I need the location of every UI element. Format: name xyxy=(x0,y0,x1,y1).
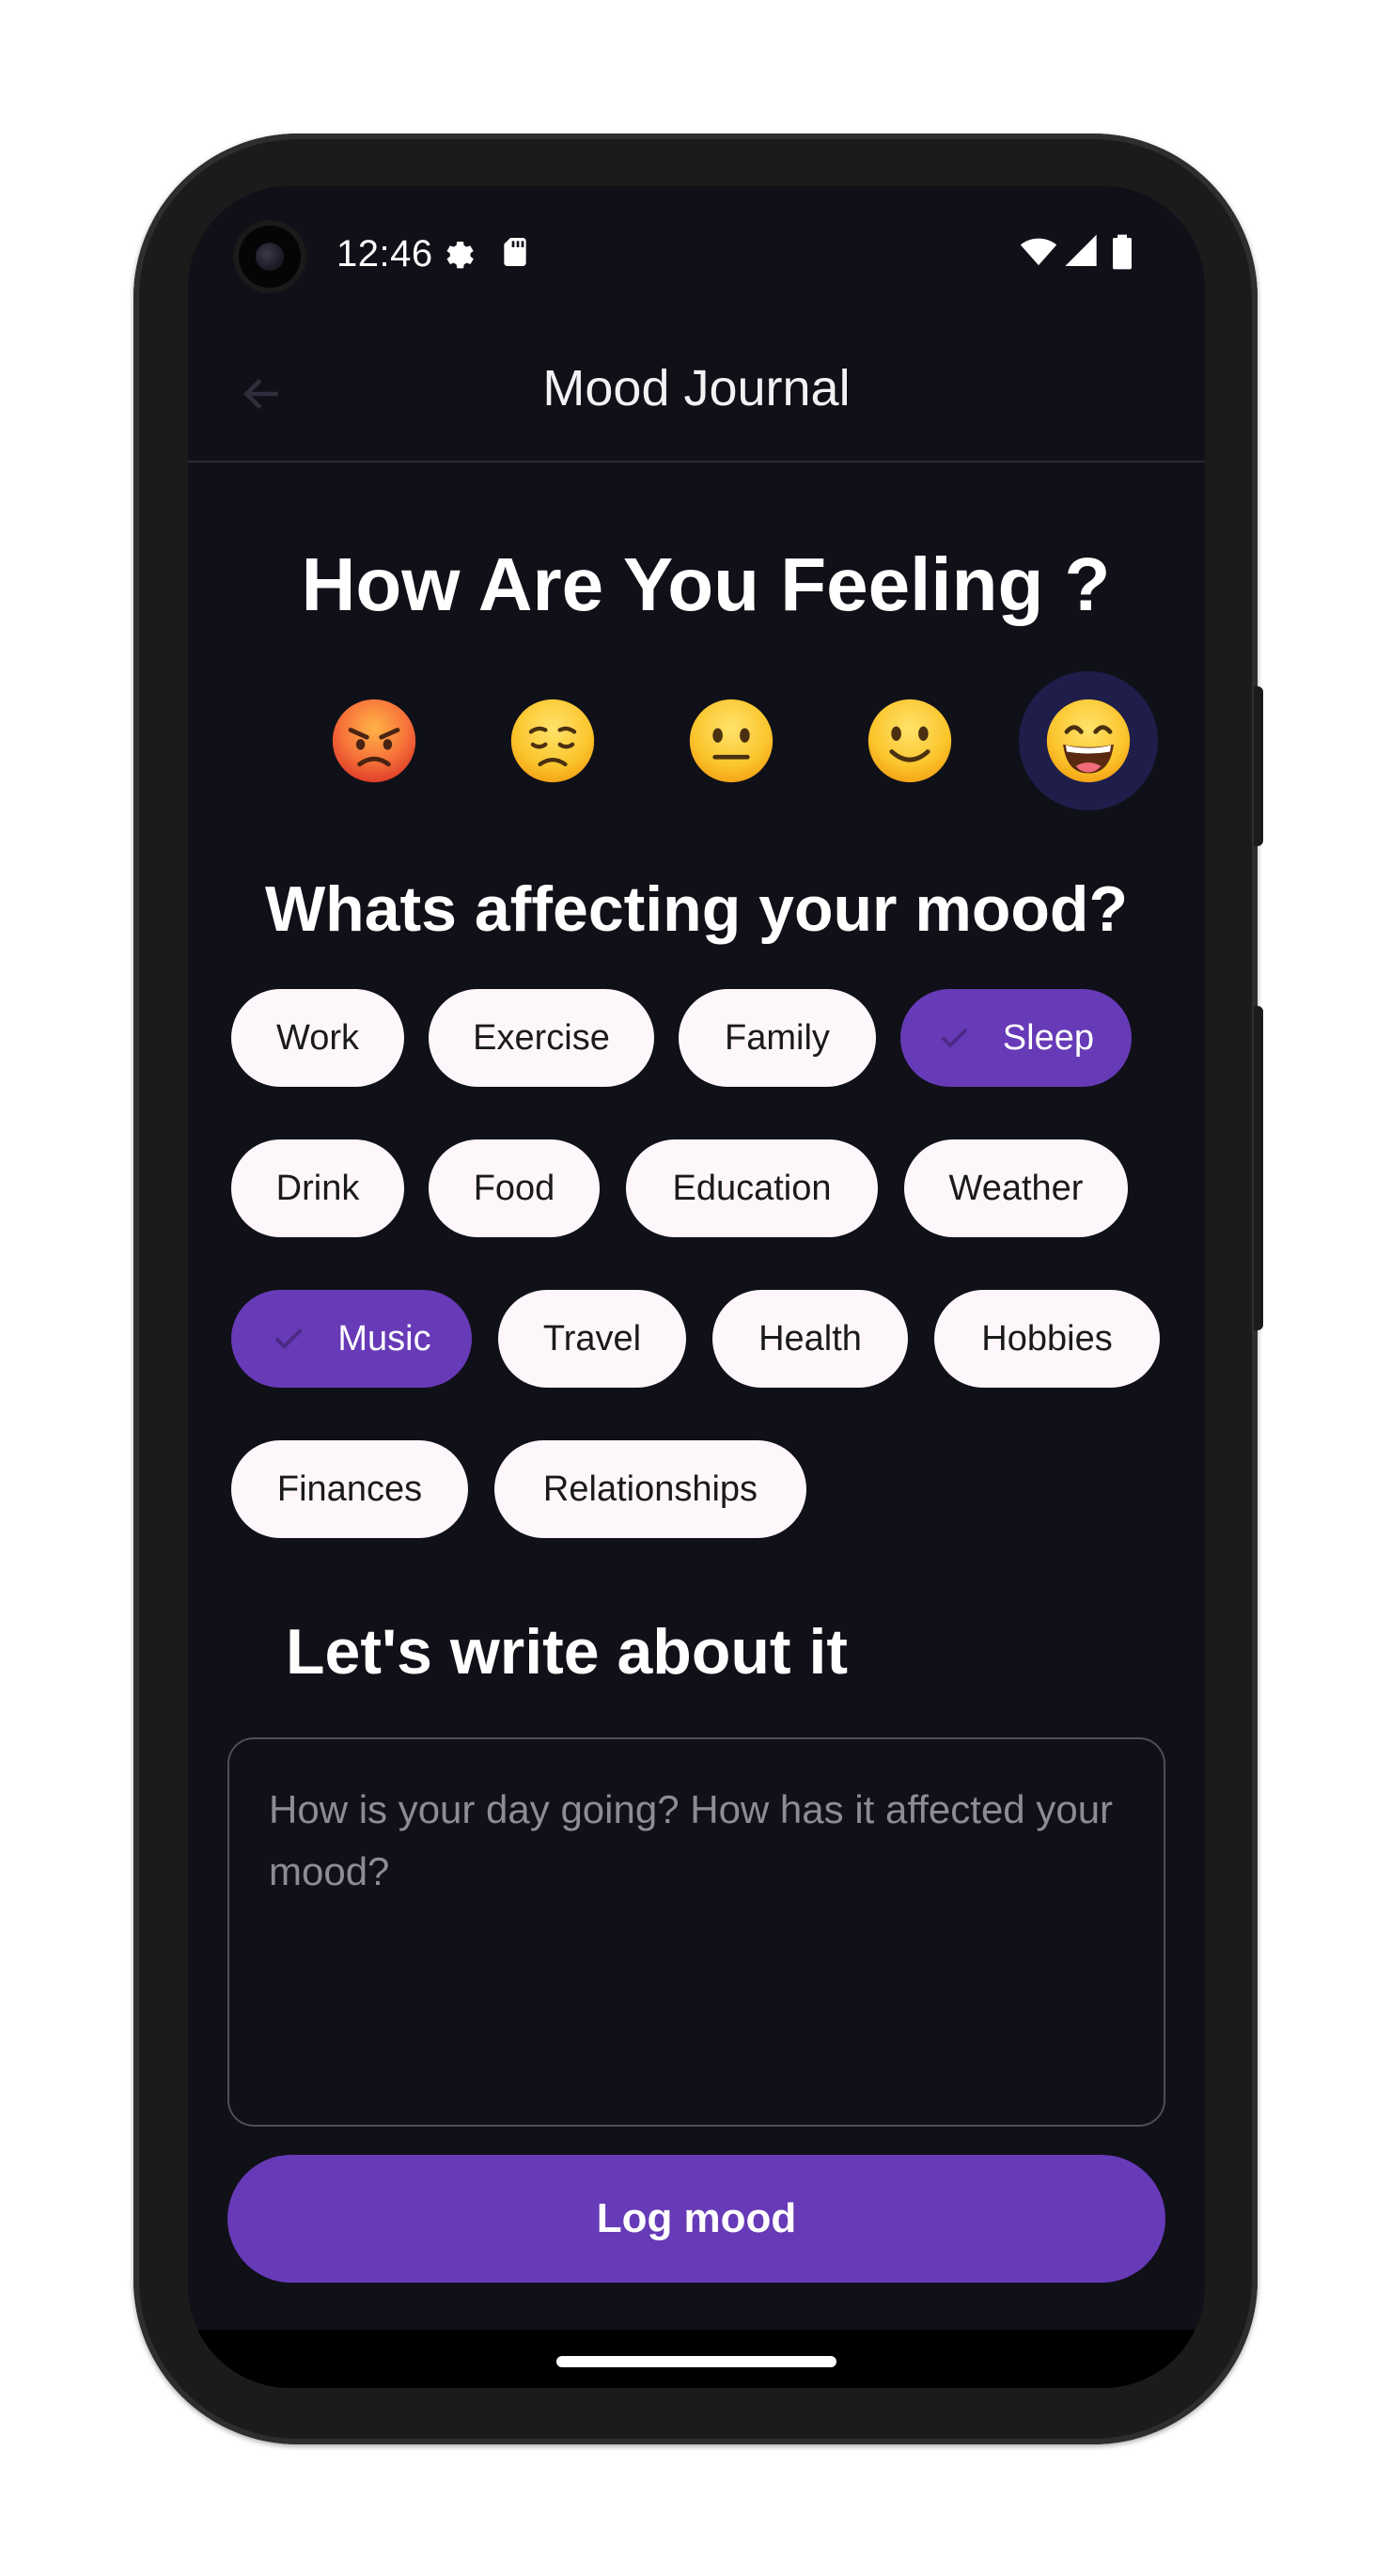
status-time: 12:46 xyxy=(336,233,433,275)
neutral-face-icon xyxy=(689,699,774,783)
slightly-smiling-face-icon xyxy=(867,699,952,783)
mood-option-happy[interactable] xyxy=(1019,671,1158,810)
wifi-icon xyxy=(1017,233,1060,271)
power-button xyxy=(1254,686,1263,846)
mood-option-slightly-happy[interactable] xyxy=(840,671,979,810)
chip-label: Relationships xyxy=(542,1469,758,1509)
chip-relationships[interactable]: Relationships xyxy=(494,1440,806,1538)
chip-drink[interactable]: Drink xyxy=(231,1139,404,1237)
chip-label: Travel xyxy=(542,1318,642,1359)
chip-label: Drink xyxy=(275,1168,360,1208)
chip-sleep[interactable]: Sleep xyxy=(900,989,1132,1087)
chip-food[interactable]: Food xyxy=(429,1139,600,1237)
front-camera xyxy=(233,220,306,293)
status-bar: 12:46 xyxy=(188,186,1205,327)
chip-hobbies[interactable]: Hobbies xyxy=(934,1290,1160,1388)
home-gesture-handle[interactable] xyxy=(556,2356,836,2367)
log-mood-button[interactable]: Log mood xyxy=(227,2155,1165,2283)
sd-card-icon xyxy=(496,233,534,271)
cell-signal-icon xyxy=(1062,233,1100,271)
chip-family[interactable]: Family xyxy=(679,989,876,1087)
chip-weather[interactable]: Weather xyxy=(904,1139,1128,1237)
settings-gear-icon xyxy=(440,233,477,271)
sad-face-icon xyxy=(510,699,595,783)
chip-label: Family xyxy=(725,1017,830,1058)
grinning-face-icon xyxy=(1046,699,1131,783)
mood-selector xyxy=(188,671,1205,812)
mood-option-sad[interactable] xyxy=(483,671,622,810)
chip-label: Education xyxy=(672,1168,832,1208)
angry-face-icon xyxy=(332,699,416,783)
mood-option-angry[interactable] xyxy=(305,671,444,810)
mood-question-title: How Are You Feeling ? xyxy=(301,542,1111,626)
journal-input[interactable] xyxy=(229,1739,1164,2125)
volume-button xyxy=(1254,1006,1263,1330)
factors-title: Whats affecting your mood? xyxy=(265,873,1128,945)
app-bar: Mood Journal xyxy=(188,327,1205,463)
battery-icon xyxy=(1109,233,1135,271)
chip-music[interactable]: Music xyxy=(231,1290,472,1388)
chip-label: Hobbies xyxy=(981,1318,1113,1359)
journal-title: Let's write about it xyxy=(286,1616,848,1688)
page-title: Mood Journal xyxy=(542,360,851,416)
chip-label: Health xyxy=(758,1318,862,1359)
chip-label: Finances xyxy=(276,1469,423,1509)
chip-label: Weather xyxy=(948,1168,1084,1208)
chip-finances[interactable]: Finances xyxy=(231,1440,468,1538)
chip-work[interactable]: Work xyxy=(231,989,404,1087)
chip-label: Work xyxy=(276,1017,359,1058)
chip-label: Sleep xyxy=(1002,1017,1094,1058)
chip-label: Exercise xyxy=(473,1017,610,1058)
chip-education[interactable]: Education xyxy=(626,1139,878,1237)
mood-option-neutral[interactable] xyxy=(662,671,801,810)
check-icon xyxy=(272,1322,305,1356)
chip-exercise[interactable]: Exercise xyxy=(429,989,654,1087)
chip-travel[interactable]: Travel xyxy=(498,1290,686,1388)
chip-label: Food xyxy=(473,1168,555,1208)
chip-label: Music xyxy=(337,1318,431,1359)
screen: 12:46 Mood Journal How Are You Feeling ? xyxy=(188,186,1205,2388)
chip-health[interactable]: Health xyxy=(712,1290,908,1388)
journal-field xyxy=(227,1737,1165,2127)
check-icon xyxy=(938,1021,971,1055)
